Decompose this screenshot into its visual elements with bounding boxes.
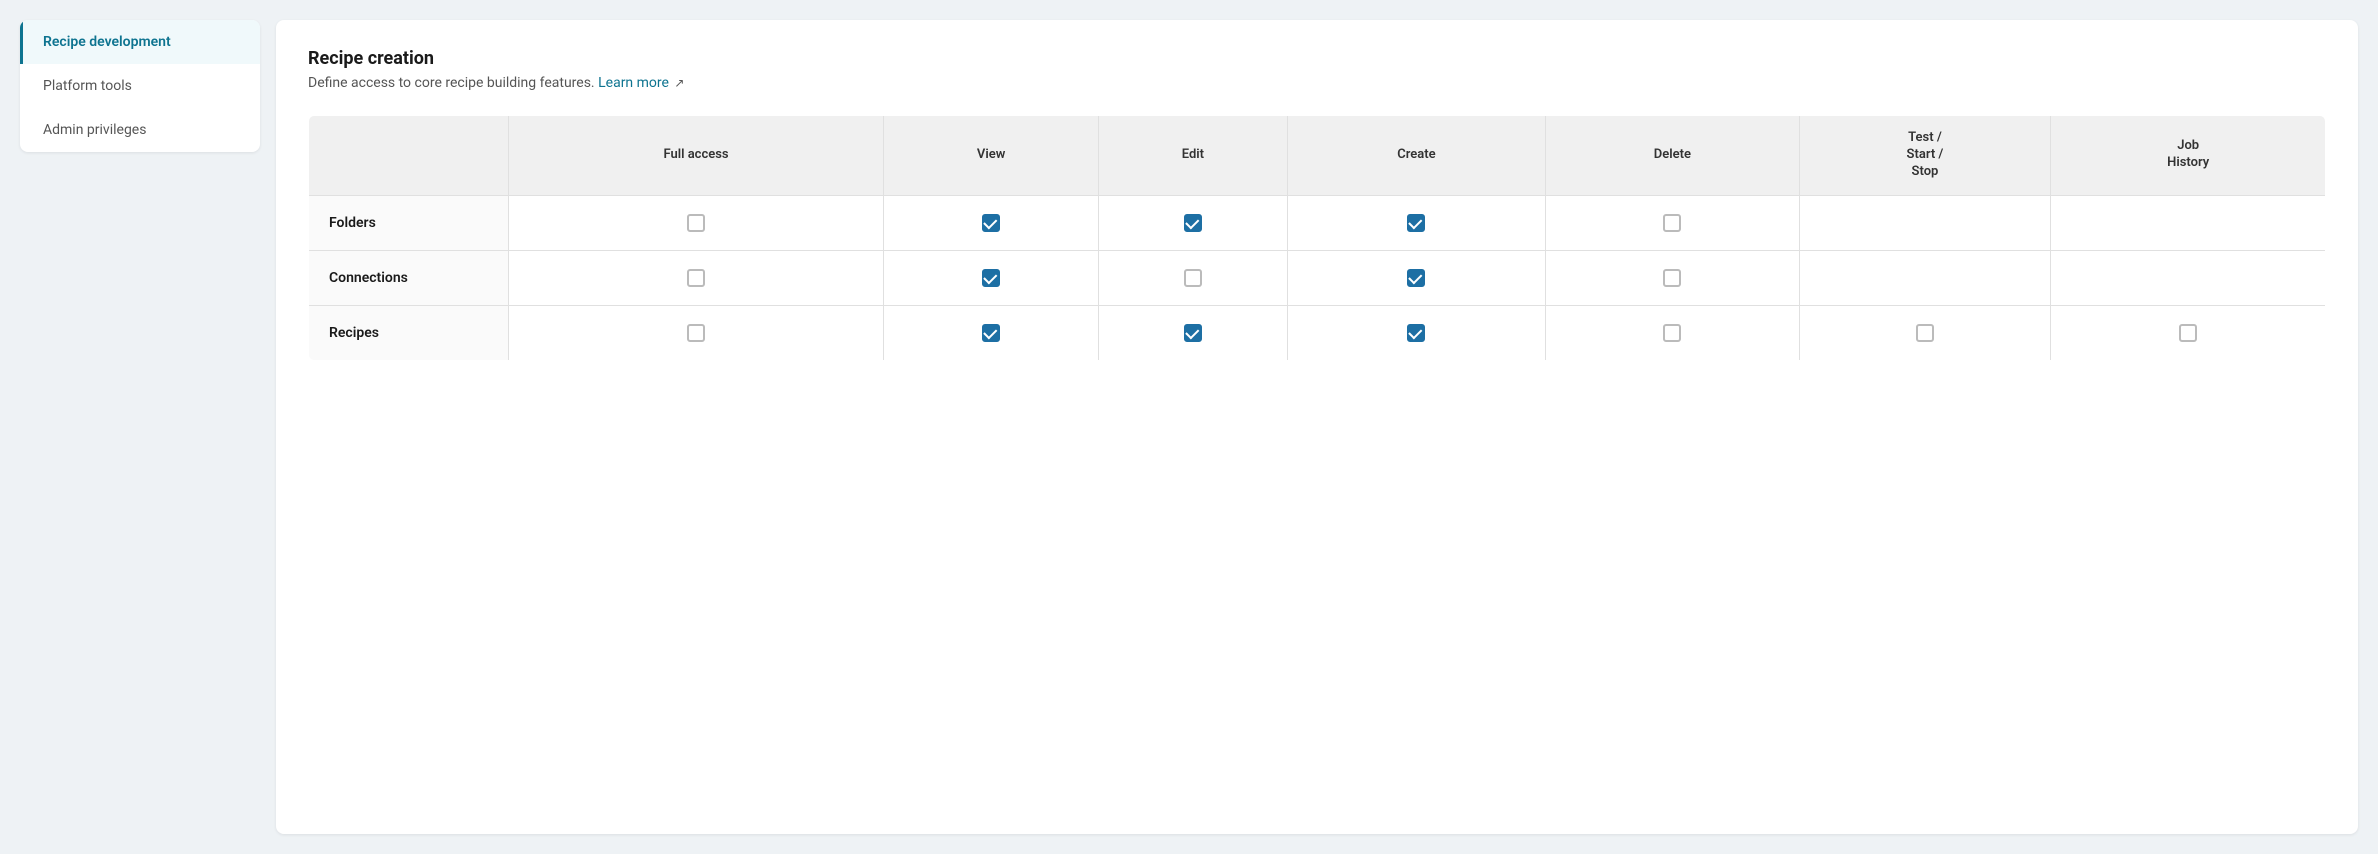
col-header-create: Create <box>1287 116 1546 196</box>
main-content: Recipe creation Define access to core re… <box>276 20 2358 834</box>
col-header-test-start-stop: Test / Start / Stop <box>1799 116 2051 196</box>
col-header-edit: Edit <box>1099 116 1287 196</box>
checkbox-recipes-create[interactable] <box>1407 324 1425 342</box>
sidebar: Recipe developmentPlatform toolsAdmin pr… <box>20 20 260 152</box>
learn-more-link[interactable]: Learn more <box>598 75 669 91</box>
cell-empty <box>2051 195 2326 250</box>
checkbox-connections-edit[interactable] <box>1184 269 1202 287</box>
checkbox-recipes-test-start-stop[interactable] <box>1916 324 1934 342</box>
row-name-connections: Connections <box>309 250 509 305</box>
cell-folders-edit <box>1099 195 1287 250</box>
checkbox-recipes-delete[interactable] <box>1663 324 1681 342</box>
checkbox-recipes-edit[interactable] <box>1184 324 1202 342</box>
col-header-view: View <box>884 116 1099 196</box>
permissions-table: Full accessViewEditCreateDeleteTest / St… <box>308 115 2326 361</box>
checkbox-folders-create[interactable] <box>1407 214 1425 232</box>
checkbox-folders-view[interactable] <box>982 214 1000 232</box>
sidebar-item-admin-privileges[interactable]: Admin privileges <box>20 108 260 152</box>
checkbox-connections-full-access[interactable] <box>687 269 705 287</box>
section-desc: Define access to core recipe building fe… <box>308 75 2326 91</box>
checkbox-recipes-view[interactable] <box>982 324 1000 342</box>
cell-folders-create <box>1287 195 1546 250</box>
col-header-name <box>309 116 509 196</box>
cell-recipes-job-history <box>2051 305 2326 360</box>
col-header-delete: Delete <box>1546 116 1799 196</box>
sidebar-item-recipe-development[interactable]: Recipe development <box>20 20 260 64</box>
checkbox-recipes-full-access[interactable] <box>687 324 705 342</box>
section-desc-text: Define access to core recipe building fe… <box>308 75 595 91</box>
col-header-job-history: Job History <box>2051 116 2326 196</box>
section-title: Recipe creation <box>308 48 2326 69</box>
cell-connections-full-access <box>509 250 884 305</box>
external-link-icon: ↗ <box>674 76 684 90</box>
checkbox-recipes-job-history[interactable] <box>2179 324 2197 342</box>
table-row: Recipes <box>309 305 2326 360</box>
cell-empty <box>1799 195 2051 250</box>
cell-folders-delete <box>1546 195 1799 250</box>
sidebar-item-platform-tools[interactable]: Platform tools <box>20 64 260 108</box>
table-body: FoldersConnectionsRecipes <box>309 195 2326 360</box>
col-header-full-access: Full access <box>509 116 884 196</box>
checkbox-folders-delete[interactable] <box>1663 214 1681 232</box>
table-header-row: Full accessViewEditCreateDeleteTest / St… <box>309 116 2326 196</box>
cell-recipes-full-access <box>509 305 884 360</box>
cell-recipes-test-start-stop <box>1799 305 2051 360</box>
cell-recipes-edit <box>1099 305 1287 360</box>
row-name-folders: Folders <box>309 195 509 250</box>
cell-connections-delete <box>1546 250 1799 305</box>
table-row: Connections <box>309 250 2326 305</box>
cell-recipes-view <box>884 305 1099 360</box>
cell-empty <box>1799 250 2051 305</box>
row-name-recipes: Recipes <box>309 305 509 360</box>
cell-folders-full-access <box>509 195 884 250</box>
checkbox-folders-edit[interactable] <box>1184 214 1202 232</box>
cell-folders-view <box>884 195 1099 250</box>
table-row: Folders <box>309 195 2326 250</box>
cell-empty <box>2051 250 2326 305</box>
cell-recipes-delete <box>1546 305 1799 360</box>
cell-connections-edit <box>1099 250 1287 305</box>
checkbox-connections-delete[interactable] <box>1663 269 1681 287</box>
cell-connections-view <box>884 250 1099 305</box>
checkbox-connections-create[interactable] <box>1407 269 1425 287</box>
cell-recipes-create <box>1287 305 1546 360</box>
cell-connections-create <box>1287 250 1546 305</box>
checkbox-folders-full-access[interactable] <box>687 214 705 232</box>
checkbox-connections-view[interactable] <box>982 269 1000 287</box>
